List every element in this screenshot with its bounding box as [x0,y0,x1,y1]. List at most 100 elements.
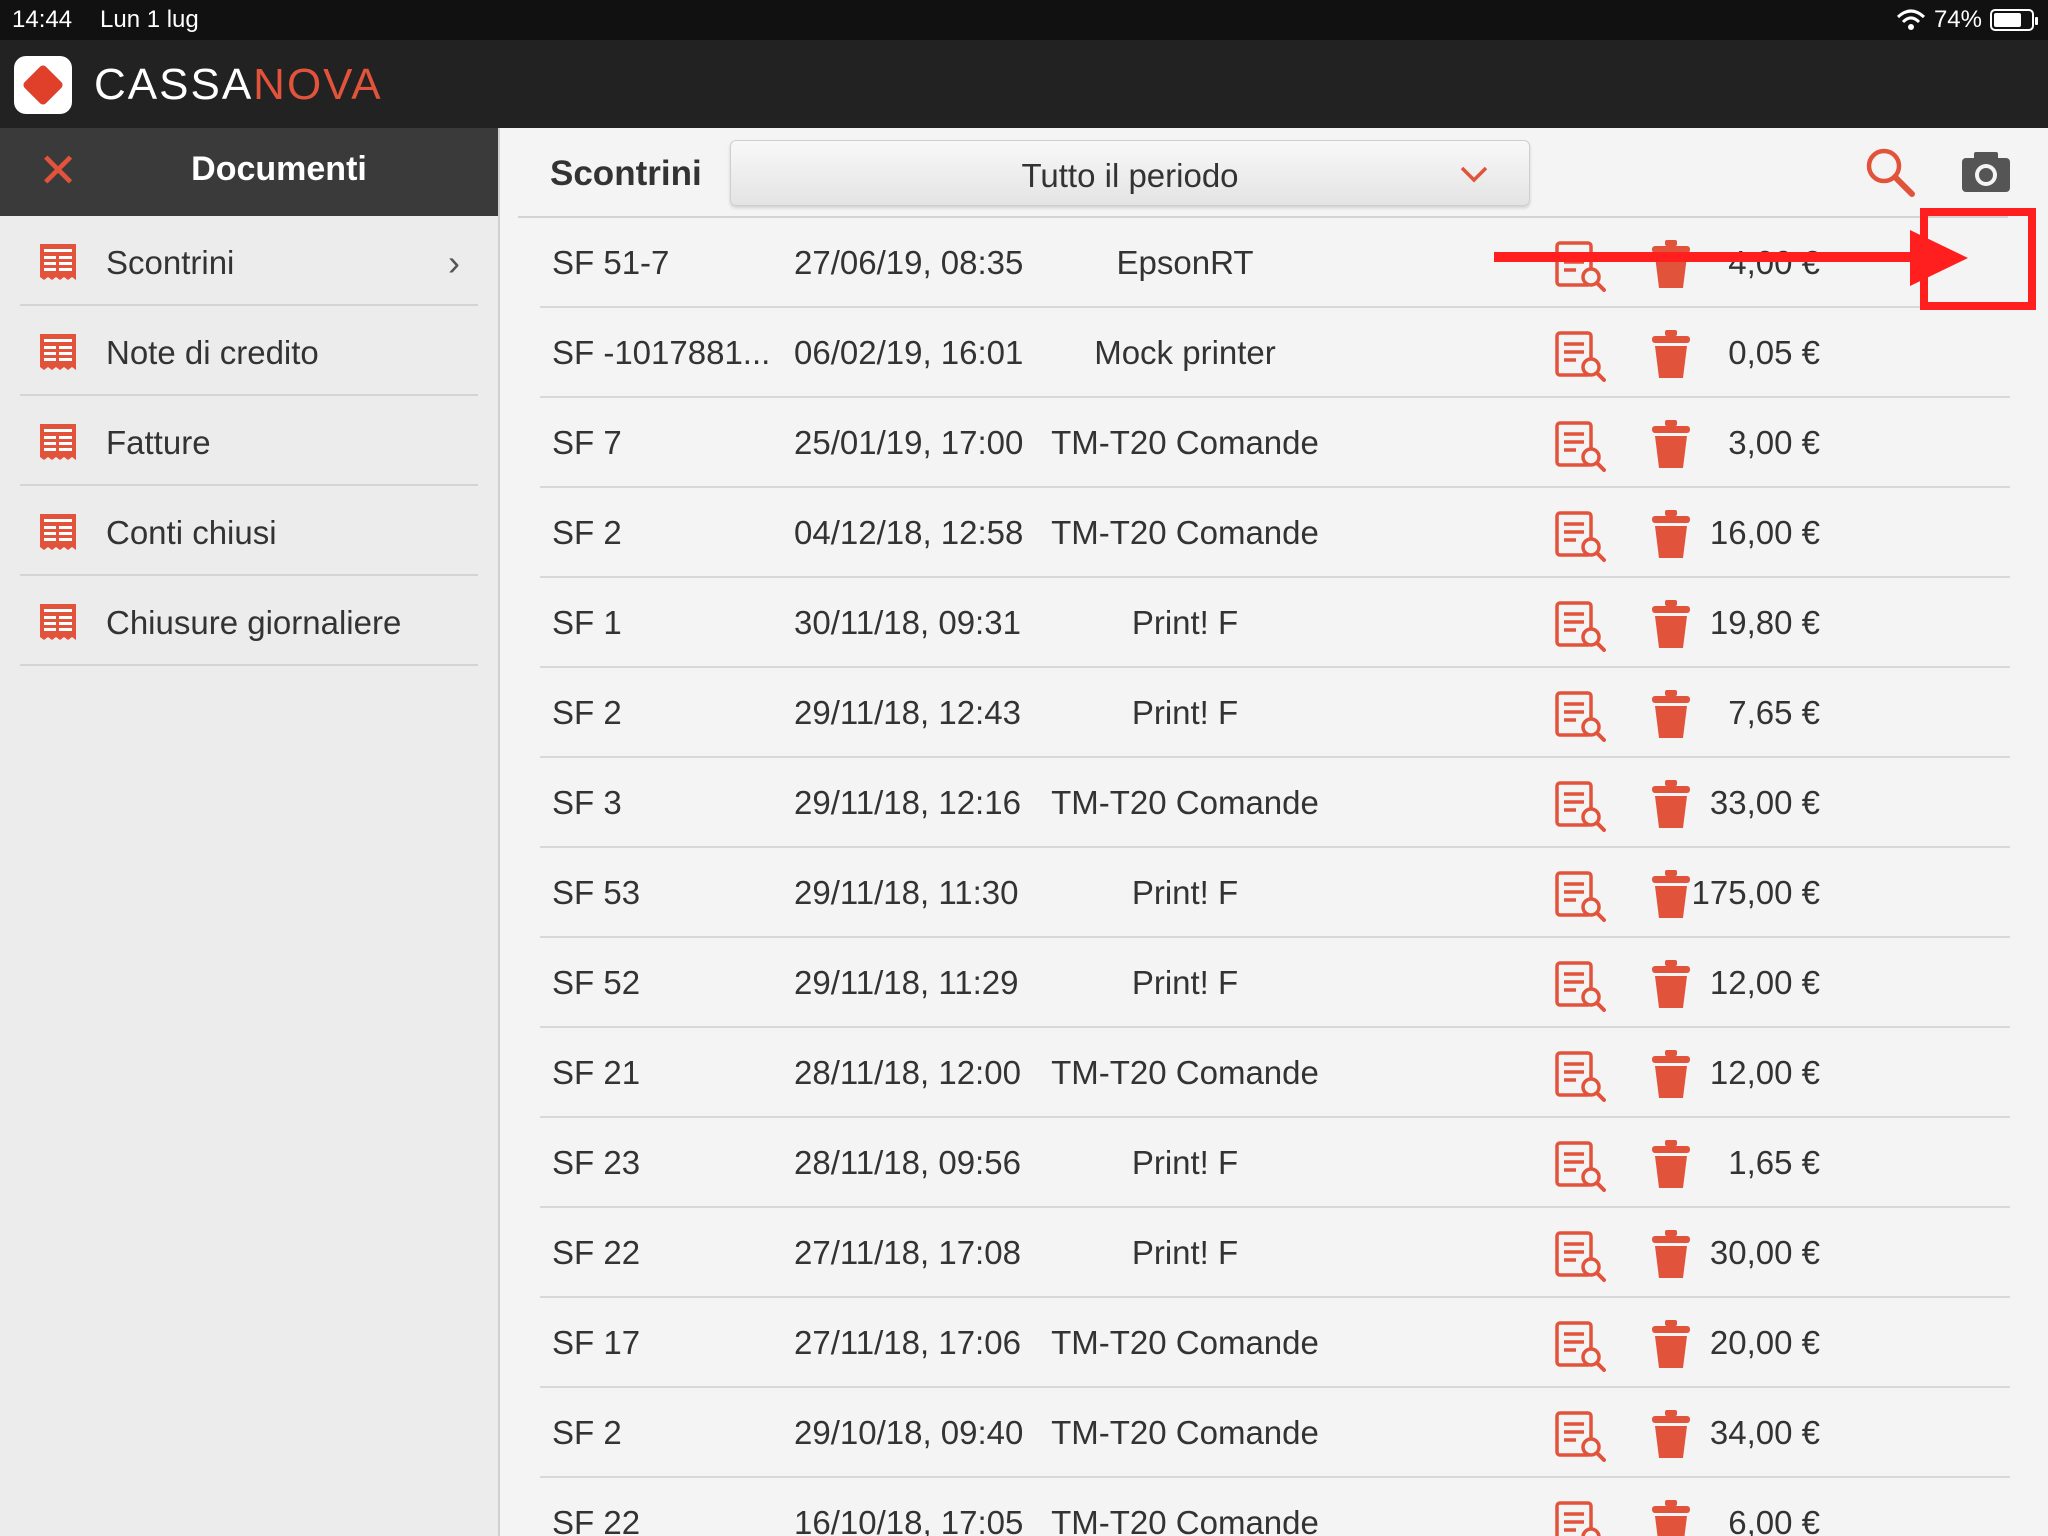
app-header: CASSANOVA [0,40,2048,128]
receipt-id: SF 7 [552,424,622,461]
receipt-id: SF 17 [552,1324,641,1361]
receipt-printer: Print! F [1131,604,1239,641]
table-row[interactable]: SF 53 29/11/18, 11:30 Print! F 175,00 € [540,848,2010,938]
receipt-date: 29/11/18, 12:16 [794,784,1021,821]
document-search-icon[interactable] [1554,330,1606,382]
document-search-icon[interactable] [1554,1050,1606,1102]
document-search-icon[interactable] [1554,240,1606,292]
receipt-date: 28/11/18, 09:56 [794,1144,1021,1181]
receipt-printer: TM-T20 Comande [1051,1054,1319,1091]
receipt-id: SF 2 [552,1414,622,1451]
receipt-printer: Print! F [1131,964,1239,1001]
trash-icon[interactable] [1650,868,1692,920]
toolbar: Scontrini Tutto il periodo [502,128,2048,218]
table-row[interactable]: SF 23 28/11/18, 09:56 Print! F 1,65 € [540,1118,2010,1208]
sidebar-item-scontrini[interactable]: Scontrini › [20,216,478,306]
sidebar-item-note-di-credito[interactable]: Note di credito [20,306,478,396]
receipt-printer: TM-T20 Comande [1051,784,1319,821]
receipt-id: SF 1 [552,604,622,641]
page-title: Scontrini [550,154,702,193]
receipt-amount: 12,00 € [1709,964,1820,1001]
table-row[interactable]: SF 52 29/11/18, 11:29 Print! F 12,00 € [540,938,2010,1028]
document-search-icon[interactable] [1554,870,1606,922]
receipt-date: 28/11/18, 12:00 [794,1054,1021,1091]
sidebar: ✕ Documenti Scontrini › Note di credito Fat… [0,128,500,1536]
battery-icon [1990,9,2038,31]
receipt-doc-icon [38,602,78,642]
document-search-icon[interactable] [1554,780,1606,832]
trash-icon[interactable] [1650,418,1692,470]
table-row[interactable]: SF 2 29/11/18, 12:43 Print! F 7,65 € [540,668,2010,758]
receipt-amount: 19,80 € [1709,604,1820,641]
table-row[interactable]: SF 22 27/11/18, 17:08 Print! F 30,00 € [540,1208,2010,1298]
table-row[interactable]: SF 2 04/12/18, 12:58 TM-T20 Comande 16,00 € [540,488,2010,578]
period-dropdown[interactable]: Tutto il periodo [730,140,1530,206]
receipt-printer: Print! F [1131,1144,1239,1181]
receipt-amount: 34,00 € [1709,1414,1820,1451]
trash-icon[interactable] [1650,688,1692,740]
search-icon[interactable] [1862,144,1918,200]
table-row[interactable]: SF -1017881... 06/02/19, 16:01 Mock printe… [540,308,2010,398]
receipt-doc-icon [38,332,78,372]
table-row[interactable]: SF 1 30/11/18, 09:31 Print! F 19,80 € [540,578,2010,668]
trash-icon[interactable] [1650,508,1692,560]
document-search-icon[interactable] [1554,1230,1606,1282]
receipt-amount: 1,65 € [1728,1144,1820,1181]
sidebar-menu: Scontrini › Note di credito Fatture Conti ch… [0,216,498,666]
trash-icon[interactable] [1650,598,1692,650]
receipt-amount: 20,00 € [1709,1324,1820,1361]
document-search-icon[interactable] [1554,1320,1606,1372]
receipt-printer: TM-T20 Comande [1051,424,1319,461]
table-row[interactable]: SF 51-7 27/06/19, 08:35 EpsonRT 4,00 € [540,218,2010,308]
receipt-id: SF 23 [552,1144,641,1181]
trash-icon[interactable] [1650,958,1692,1010]
document-search-icon[interactable] [1554,690,1606,742]
annotation-highlight-box [1920,208,2036,310]
receipt-printer: Mock printer [1094,334,1276,371]
trash-icon[interactable] [1650,1138,1692,1190]
table-row[interactable]: SF 17 27/11/18, 17:06 TM-T20 Comande 20,00 … [540,1298,2010,1388]
receipt-printer: TM-T20 Comande [1051,1324,1319,1361]
receipt-id: SF 22 [552,1504,641,1536]
table-row[interactable]: SF 3 29/11/18, 12:16 TM-T20 Comande 33,00 € [540,758,2010,848]
trash-icon[interactable] [1650,1228,1692,1280]
receipt-date: 30/11/18, 09:31 [794,604,1021,641]
period-selected-value: Tutto il periodo [1021,157,1239,194]
sidebar-item-chiusure-giornaliere[interactable]: Chiusure giornaliere [20,576,478,666]
document-search-icon[interactable] [1554,960,1606,1012]
table-row[interactable]: SF 22 16/10/18, 17:05 TM-T20 Comande 6,00 € [540,1478,2010,1536]
document-search-icon[interactable] [1554,1500,1606,1536]
receipts-table: SF 51-7 27/06/19, 08:35 EpsonRT 4,00 € SF -1… [540,218,2010,1536]
receipt-date: 27/06/19, 08:35 [794,244,1024,281]
receipt-date: 27/11/18, 17:08 [794,1234,1021,1271]
receipt-date: 16/10/18, 17:05 [794,1504,1024,1536]
receipt-date: 25/01/19, 17:00 [794,424,1024,461]
receipt-doc-icon [38,422,78,462]
table-row[interactable]: SF 7 25/01/19, 17:00 TM-T20 Comande 3,00 € [540,398,2010,488]
status-bar: 14:44 Lun 1 lug 74% [0,0,2048,40]
trash-icon[interactable] [1650,238,1692,290]
document-search-icon[interactable] [1554,600,1606,652]
sidebar-item-fatture[interactable]: Fatture [20,396,478,486]
receipt-amount: 4,00 € [1728,244,1820,281]
trash-icon[interactable] [1650,1318,1692,1370]
receipt-amount: 0,05 € [1728,334,1820,371]
table-row[interactable]: SF 2 29/10/18, 09:40 TM-T20 Comande 34,00 € [540,1388,2010,1478]
receipt-printer: TM-T20 Comande [1051,1414,1319,1451]
receipt-amount: 175,00 € [1691,874,1820,911]
trash-icon[interactable] [1650,328,1692,380]
document-search-icon[interactable] [1554,1140,1606,1192]
trash-icon[interactable] [1650,1498,1692,1536]
sidebar-item-conti-chiusi[interactable]: Conti chiusi [20,486,478,576]
document-search-icon[interactable] [1554,1410,1606,1462]
document-search-icon[interactable] [1554,420,1606,472]
trash-icon[interactable] [1650,778,1692,830]
document-search-icon[interactable] [1554,510,1606,562]
trash-icon[interactable] [1650,1408,1692,1460]
receipt-printer: Print! F [1131,874,1239,911]
receipt-id: SF 53 [552,874,641,911]
camera-icon[interactable] [1958,144,2014,200]
receipt-date: 04/12/18, 12:58 [794,514,1024,551]
trash-icon[interactable] [1650,1048,1692,1100]
table-row[interactable]: SF 21 28/11/18, 12:00 TM-T20 Comande 12,00 … [540,1028,2010,1118]
